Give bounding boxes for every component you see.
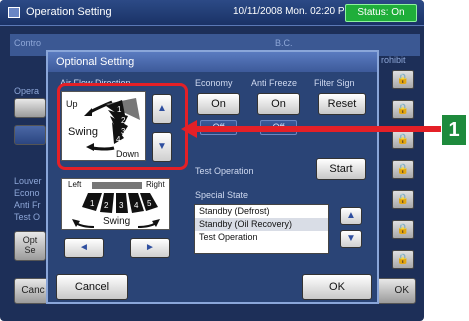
ok-button[interactable]: OK — [302, 274, 372, 300]
louver-left-button[interactable]: ◄ — [64, 238, 104, 258]
control-label: Contro — [14, 38, 42, 48]
louver-step-2: 2 — [104, 201, 109, 210]
option-setting-button[interactable]: Opt Se — [14, 231, 46, 261]
lock-button-5[interactable]: 🔒 — [392, 190, 414, 209]
status-badge[interactable]: Status: On — [345, 4, 417, 22]
special-state-item-defrost[interactable]: Standby (Defrost) — [195, 205, 328, 218]
bg-operate-button-2[interactable] — [14, 125, 46, 145]
antifreeze-bg-label: Anti Fr — [14, 200, 41, 210]
option-setting-line2: Se — [24, 245, 36, 255]
louver-step-3: 3 — [119, 201, 124, 210]
callout-number-badge: 1 — [442, 115, 466, 145]
louver-right-button[interactable]: ► — [130, 238, 170, 258]
lock-button-2[interactable]: 🔒 — [392, 100, 414, 119]
prohibit-label: rohibit — [381, 55, 406, 65]
testop-bg-label: Test O — [14, 212, 41, 222]
bg-operate-button[interactable] — [14, 98, 46, 118]
dialog-title: Optional Setting — [48, 52, 377, 72]
screen-icon — [8, 7, 20, 18]
economy-bg-label: Econo — [14, 188, 40, 198]
option-setting-line1: Opt — [22, 235, 38, 245]
callout-arrow-icon — [181, 120, 441, 138]
list-scroll-down-button[interactable]: ▼ — [340, 230, 362, 248]
economy-label: Economy — [195, 78, 233, 88]
antifreeze-label: Anti Freeze — [251, 78, 298, 88]
louver-step-4: 4 — [134, 201, 139, 210]
louver-label: Louver — [14, 176, 42, 186]
lock-button-7[interactable]: 🔒 — [392, 250, 414, 269]
filtersign-label: Filter Sign — [314, 78, 355, 88]
bc-label: B.C. — [275, 38, 293, 48]
lock-button-4[interactable]: 🔒 — [392, 160, 414, 179]
title-bar: Operation Setting 10/11/2008 Mon. 02:20 … — [0, 0, 424, 26]
economy-on-button[interactable]: On — [197, 93, 240, 115]
lock-button-6[interactable]: 🔒 — [392, 220, 414, 239]
antifreeze-on-button[interactable]: On — [257, 93, 300, 115]
date-time: 10/11/2008 Mon. 02:20 PM — [233, 6, 353, 17]
special-state-list: Standby (Defrost) Standby (Oil Recovery)… — [194, 204, 329, 254]
special-state-item-oil-recovery[interactable]: Standby (Oil Recovery) — [195, 218, 328, 231]
special-state-label: Special State — [195, 190, 249, 200]
special-state-item-test-operation[interactable]: Test Operation — [195, 231, 328, 244]
test-start-button[interactable]: Start — [316, 158, 366, 180]
callout-highlight-box — [57, 83, 188, 170]
list-scroll-up-button[interactable]: ▲ — [340, 207, 362, 225]
screen-title: Operation Setting — [26, 6, 112, 18]
louver-step-5: 5 — [147, 199, 152, 208]
filter-reset-button[interactable]: Reset — [318, 93, 366, 115]
test-operation-label: Test Operation — [195, 166, 254, 176]
louver-fan-graphic: 1 2 3 4 5 — [72, 182, 160, 228]
operate-label: Opera — [14, 86, 40, 96]
cancel-button[interactable]: Cancel — [56, 274, 128, 300]
louver-direction-display: Left Right Swing 1 2 3 4 5 — [61, 178, 170, 230]
lock-button-1[interactable]: 🔒 — [392, 70, 414, 89]
louver-step-1: 1 — [90, 199, 95, 208]
